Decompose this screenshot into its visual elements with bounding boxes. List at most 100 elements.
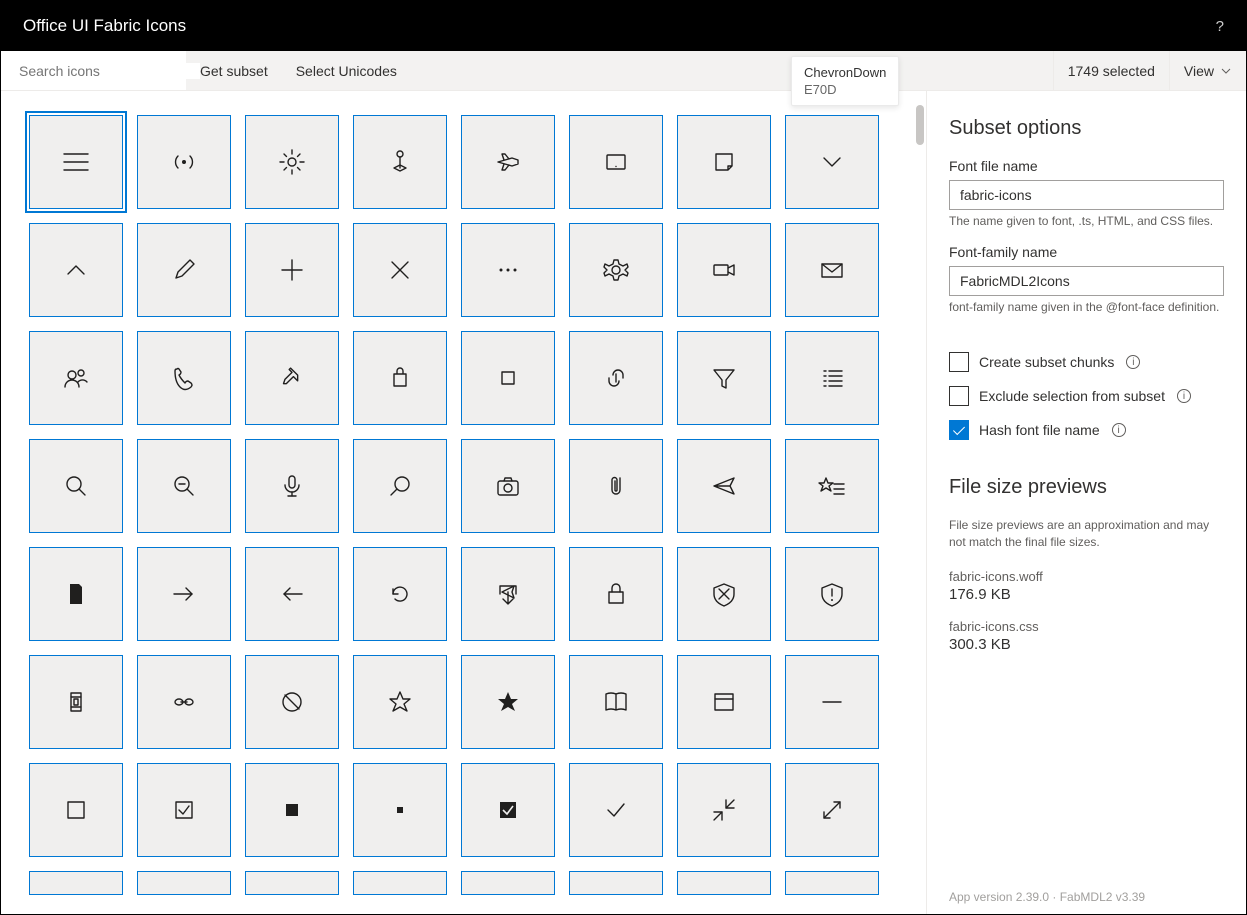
icon-tile-search[interactable]: [353, 439, 447, 533]
file-size: 176.9 KB: [949, 586, 1224, 603]
scrollbar[interactable]: [916, 105, 924, 145]
icon-tile-video[interactable]: [677, 223, 771, 317]
icon-tile-stop[interactable]: [461, 331, 555, 425]
icon-tile-shop[interactable]: [353, 331, 447, 425]
icon-tile-partial[interactable]: [461, 871, 555, 895]
edit-icon: [168, 254, 200, 286]
backtowindow-icon: [708, 794, 740, 826]
icon-tile-minilink[interactable]: [137, 655, 231, 749]
icon-tile-blockedsite[interactable]: [677, 547, 771, 641]
icon-tile-partial[interactable]: [569, 871, 663, 895]
get-subset-button[interactable]: Get subset: [186, 51, 282, 90]
icon-tile-attach[interactable]: [569, 439, 663, 533]
icon-tile-microphone[interactable]: [245, 439, 339, 533]
icon-tile-readingmode[interactable]: [569, 655, 663, 749]
view-button[interactable]: View: [1169, 51, 1246, 90]
favoritestar-icon: [384, 686, 416, 718]
font-file-hint: The name given to font, .ts, HTML, and C…: [949, 214, 1224, 228]
icon-tile-refresh[interactable]: [353, 547, 447, 641]
font-file-input[interactable]: [949, 180, 1224, 210]
font-file-label: Font file name: [949, 158, 1224, 174]
icon-tile-chevronup[interactable]: [29, 223, 123, 317]
icon-tile-mappin[interactable]: [353, 115, 447, 209]
icon-tile-mail[interactable]: [785, 223, 879, 317]
icon-tile-zoomout[interactable]: [137, 439, 231, 533]
icon-tile-globalnavbutton[interactable]: [29, 115, 123, 209]
icon-tile-add[interactable]: [245, 223, 339, 317]
icon-tile-allapps[interactable]: [785, 331, 879, 425]
icon-grid-pane[interactable]: [1, 91, 926, 914]
blocked-icon: [276, 686, 308, 718]
icon-tile-cancel[interactable]: [353, 223, 447, 317]
icon-tile-people[interactable]: [29, 331, 123, 425]
icon-tile-favoritestar[interactable]: [353, 655, 447, 749]
icon-tile-more[interactable]: [461, 223, 555, 317]
icon-tile-checkboxcomposite[interactable]: [137, 763, 231, 857]
icon-tile-chevrondown[interactable]: [785, 115, 879, 209]
settings-icon: [600, 254, 632, 286]
checkboxfill-icon: [276, 794, 308, 826]
emi-icon: [60, 686, 92, 718]
icon-tile-phone[interactable]: [137, 331, 231, 425]
page-title: Office UI Fabric Icons: [23, 16, 186, 36]
info-icon[interactable]: i: [1112, 423, 1126, 437]
icon-tile-checkboxfill[interactable]: [245, 763, 339, 857]
search-input[interactable]: [19, 63, 200, 79]
info-icon[interactable]: i: [1126, 355, 1140, 369]
icon-tile-pin[interactable]: [245, 331, 339, 425]
icon-tile-partial[interactable]: [785, 871, 879, 895]
icon-tile-partial[interactable]: [245, 871, 339, 895]
icon-tile-remove[interactable]: [785, 655, 879, 749]
icon-tile-airplane[interactable]: [461, 115, 555, 209]
icon-tile-favicon[interactable]: [677, 655, 771, 749]
icon-tile-forward[interactable]: [137, 547, 231, 641]
app-version: App version 2.39.0 · FabMDL2 v3.39: [949, 890, 1145, 904]
icon-tile-fullscreen[interactable]: [785, 763, 879, 857]
share-icon: [492, 578, 524, 610]
icon-tile-partial[interactable]: [29, 871, 123, 895]
icon-tile-filter[interactable]: [677, 331, 771, 425]
checkbox-chunks[interactable]: Create subset chunks i: [949, 352, 1224, 372]
icon-tile-brightness[interactable]: [245, 115, 339, 209]
icon-tile-camera[interactable]: [461, 439, 555, 533]
add-icon: [276, 254, 308, 286]
select-unicodes-button[interactable]: Select Unicodes: [282, 51, 411, 90]
icon-tile-send[interactable]: [677, 439, 771, 533]
back-icon: [276, 578, 308, 610]
icon-tile-partial[interactable]: [137, 871, 231, 895]
icon-tile-quicknote[interactable]: [677, 115, 771, 209]
icon-tooltip: ChevronDown E70D: [791, 56, 899, 106]
icon-tile-backtowindow[interactable]: [677, 763, 771, 857]
icon-tile-checkboxcompositereversed[interactable]: [461, 763, 555, 857]
checkbox-exclude[interactable]: Exclude selection from subset i: [949, 386, 1224, 406]
cancel-icon: [384, 254, 416, 286]
icon-tile-link[interactable]: [569, 331, 663, 425]
icon-tile-blocked[interactable]: [245, 655, 339, 749]
favicon-icon: [708, 686, 740, 718]
mappin-icon: [384, 146, 416, 178]
icon-tile-reporthacked[interactable]: [785, 547, 879, 641]
icon-tile-settings[interactable]: [569, 223, 663, 317]
icon-tile-internetsharing[interactable]: [137, 115, 231, 209]
icon-tile-checkmark[interactable]: [569, 763, 663, 857]
icon-tile-partial[interactable]: [677, 871, 771, 895]
icon-tile-share[interactable]: [461, 547, 555, 641]
checkbox-hash[interactable]: Hash font file name i: [949, 420, 1224, 440]
icon-tile-zoom[interactable]: [29, 439, 123, 533]
icon-tile-back[interactable]: [245, 547, 339, 641]
font-family-input[interactable]: [949, 266, 1224, 296]
icon-tile-partial[interactable]: [353, 871, 447, 895]
icon-tile-checkbox[interactable]: [29, 763, 123, 857]
icon-tile-tablet[interactable]: [569, 115, 663, 209]
icon-tile-pagefill[interactable]: [29, 547, 123, 641]
icon-tile-lock[interactable]: [569, 547, 663, 641]
icon-tile-edit[interactable]: [137, 223, 231, 317]
search-wrap[interactable]: [1, 51, 186, 90]
info-icon[interactable]: i: [1177, 389, 1191, 403]
icon-tile-emi[interactable]: [29, 655, 123, 749]
icon-tile-favoritelist[interactable]: [785, 439, 879, 533]
icon-tile-favoritestarfill[interactable]: [461, 655, 555, 749]
help-button[interactable]: ?: [1216, 18, 1224, 35]
selected-count: 1749 selected: [1053, 51, 1169, 90]
icon-tile-checkboxindeterminate[interactable]: [353, 763, 447, 857]
